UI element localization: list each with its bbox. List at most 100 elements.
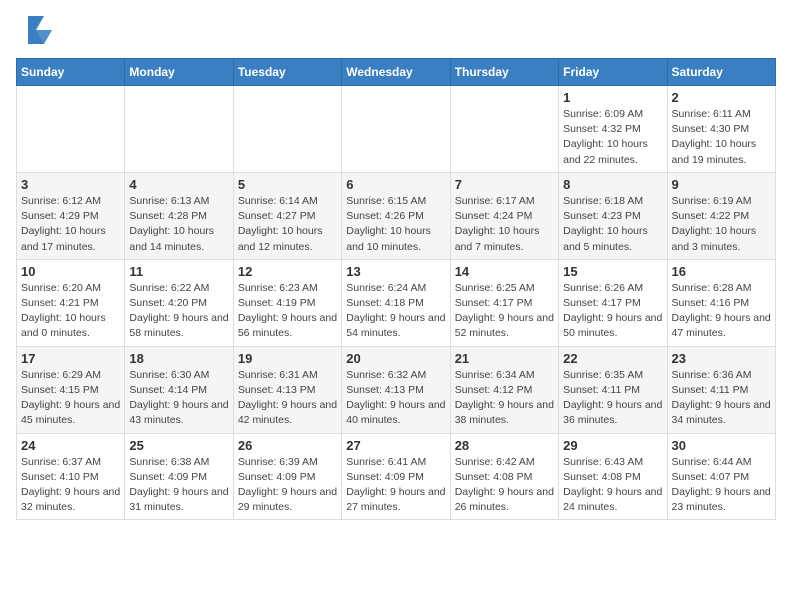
header-thursday: Thursday (450, 59, 558, 86)
week-row-1: 1 Sunrise: 6:09 AM Sunset: 4:32 PM Daylig… (17, 86, 776, 173)
day-info: Sunrise: 6:44 AM Sunset: 4:07 PM Dayligh… (672, 455, 771, 516)
calendar-cell: 6 Sunrise: 6:15 AM Sunset: 4:26 PM Daylig… (342, 172, 450, 259)
day-info: Sunrise: 6:26 AM Sunset: 4:17 PM Dayligh… (563, 281, 662, 342)
day-number: 18 (129, 351, 228, 366)
calendar-cell: 13Sunrise: 6:24 AM Sunset: 4:18 PM Dayli… (342, 259, 450, 346)
week-row-3: 10 Sunrise: 6:20 AM Sunset: 4:21 PM Dayli… (17, 259, 776, 346)
day-info: Sunrise: 6:22 AM Sunset: 4:20 PM Dayligh… (129, 281, 228, 342)
calendar-cell: 10 Sunrise: 6:20 AM Sunset: 4:21 PM Dayli… (17, 259, 125, 346)
logo (16, 16, 52, 48)
calendar-cell: 2 Sunrise: 6:11 AM Sunset: 4:30 PM Daylig… (667, 86, 775, 173)
day-info: Sunrise: 6:28 AM Sunset: 4:16 PM Dayligh… (672, 281, 771, 342)
day-info: Sunrise: 6:11 AM Sunset: 4:30 PM Dayligh… (672, 107, 771, 168)
calendar-cell: 8Sunrise: 6:18 AM Sunset: 4:23 PM Daylig… (559, 172, 667, 259)
day-number: 23 (672, 351, 771, 366)
day-number: 10 (21, 264, 120, 279)
calendar-cell: 4 Sunrise: 6:13 AM Sunset: 4:28 PM Daylig… (125, 172, 233, 259)
day-number: 6 (346, 177, 445, 192)
day-number: 27 (346, 438, 445, 453)
calendar-cell: 19 Sunrise: 6:31 AM Sunset: 4:13 PM Dayli… (233, 346, 341, 433)
calendar-cell: 28 Sunrise: 6:42 AM Sunset: 4:08 PM Dayli… (450, 433, 558, 520)
day-info: Sunrise: 6:19 AM Sunset: 4:22 PM Dayligh… (672, 194, 771, 255)
day-info: Sunrise: 6:24 AM Sunset: 4:18 PM Dayligh… (346, 281, 445, 342)
calendar-cell: 5Sunrise: 6:14 AM Sunset: 4:27 PM Daylig… (233, 172, 341, 259)
header-wednesday: Wednesday (342, 59, 450, 86)
day-number: 25 (129, 438, 228, 453)
calendar-cell (450, 86, 558, 173)
calendar-table: SundayMondayTuesdayWednesdayThursdayFrid… (16, 58, 776, 520)
calendar-cell (125, 86, 233, 173)
day-number: 2 (672, 90, 771, 105)
calendar-cell: 15 Sunrise: 6:26 AM Sunset: 4:17 PM Dayli… (559, 259, 667, 346)
calendar-cell: 18 Sunrise: 6:30 AM Sunset: 4:14 PM Dayli… (125, 346, 233, 433)
calendar-cell: 25 Sunrise: 6:38 AM Sunset: 4:09 PM Dayli… (125, 433, 233, 520)
calendar-cell: 24 Sunrise: 6:37 AM Sunset: 4:10 PM Dayli… (17, 433, 125, 520)
day-number: 30 (672, 438, 771, 453)
day-info: Sunrise: 6:14 AM Sunset: 4:27 PM Dayligh… (238, 194, 337, 255)
header-sunday: Sunday (17, 59, 125, 86)
day-info: Sunrise: 6:23 AM Sunset: 4:19 PM Dayligh… (238, 281, 337, 342)
day-info: Sunrise: 6:17 AM Sunset: 4:24 PM Dayligh… (455, 194, 554, 255)
calendar-header: SundayMondayTuesdayWednesdayThursdayFrid… (17, 59, 776, 86)
day-number: 24 (21, 438, 120, 453)
day-number: 9 (672, 177, 771, 192)
day-info: Sunrise: 6:25 AM Sunset: 4:17 PM Dayligh… (455, 281, 554, 342)
week-row-4: 17 Sunrise: 6:29 AM Sunset: 4:15 PM Dayli… (17, 346, 776, 433)
day-info: Sunrise: 6:15 AM Sunset: 4:26 PM Dayligh… (346, 194, 445, 255)
day-info: Sunrise: 6:29 AM Sunset: 4:15 PM Dayligh… (21, 368, 120, 429)
calendar-cell: 7 Sunrise: 6:17 AM Sunset: 4:24 PM Daylig… (450, 172, 558, 259)
calendar-cell: 1 Sunrise: 6:09 AM Sunset: 4:32 PM Daylig… (559, 86, 667, 173)
day-info: Sunrise: 6:13 AM Sunset: 4:28 PM Dayligh… (129, 194, 228, 255)
day-number: 21 (455, 351, 554, 366)
day-number: 1 (563, 90, 662, 105)
calendar-cell: 3 Sunrise: 6:12 AM Sunset: 4:29 PM Daylig… (17, 172, 125, 259)
day-info: Sunrise: 6:42 AM Sunset: 4:08 PM Dayligh… (455, 455, 554, 516)
page-header (16, 16, 776, 48)
day-number: 3 (21, 177, 120, 192)
day-number: 22 (563, 351, 662, 366)
logo-icon (20, 16, 52, 48)
day-info: Sunrise: 6:36 AM Sunset: 4:11 PM Dayligh… (672, 368, 771, 429)
week-row-2: 3 Sunrise: 6:12 AM Sunset: 4:29 PM Daylig… (17, 172, 776, 259)
calendar-cell: 29Sunrise: 6:43 AM Sunset: 4:08 PM Dayli… (559, 433, 667, 520)
day-info: Sunrise: 6:09 AM Sunset: 4:32 PM Dayligh… (563, 107, 662, 168)
day-number: 7 (455, 177, 554, 192)
calendar-body: 1 Sunrise: 6:09 AM Sunset: 4:32 PM Daylig… (17, 86, 776, 520)
day-info: Sunrise: 6:20 AM Sunset: 4:21 PM Dayligh… (21, 281, 120, 342)
week-row-5: 24 Sunrise: 6:37 AM Sunset: 4:10 PM Dayli… (17, 433, 776, 520)
day-info: Sunrise: 6:30 AM Sunset: 4:14 PM Dayligh… (129, 368, 228, 429)
day-info: Sunrise: 6:41 AM Sunset: 4:09 PM Dayligh… (346, 455, 445, 516)
day-number: 29 (563, 438, 662, 453)
day-number: 17 (21, 351, 120, 366)
day-number: 14 (455, 264, 554, 279)
calendar-cell (17, 86, 125, 173)
header-saturday: Saturday (667, 59, 775, 86)
day-number: 15 (563, 264, 662, 279)
header-friday: Friday (559, 59, 667, 86)
calendar-cell: 23 Sunrise: 6:36 AM Sunset: 4:11 PM Dayli… (667, 346, 775, 433)
calendar-cell: 21 Sunrise: 6:34 AM Sunset: 4:12 PM Dayli… (450, 346, 558, 433)
day-info: Sunrise: 6:34 AM Sunset: 4:12 PM Dayligh… (455, 368, 554, 429)
calendar-cell: 22Sunrise: 6:35 AM Sunset: 4:11 PM Dayli… (559, 346, 667, 433)
header-row: SundayMondayTuesdayWednesdayThursdayFrid… (17, 59, 776, 86)
day-number: 26 (238, 438, 337, 453)
day-number: 4 (129, 177, 228, 192)
calendar-cell: 14 Sunrise: 6:25 AM Sunset: 4:17 PM Dayli… (450, 259, 558, 346)
calendar-cell: 16Sunrise: 6:28 AM Sunset: 4:16 PM Dayli… (667, 259, 775, 346)
calendar-cell (342, 86, 450, 173)
calendar-cell: 30 Sunrise: 6:44 AM Sunset: 4:07 PM Dayli… (667, 433, 775, 520)
day-number: 11 (129, 264, 228, 279)
day-info: Sunrise: 6:18 AM Sunset: 4:23 PM Dayligh… (563, 194, 662, 255)
calendar-cell: 20 Sunrise: 6:32 AM Sunset: 4:13 PM Dayli… (342, 346, 450, 433)
day-info: Sunrise: 6:32 AM Sunset: 4:13 PM Dayligh… (346, 368, 445, 429)
day-info: Sunrise: 6:38 AM Sunset: 4:09 PM Dayligh… (129, 455, 228, 516)
day-number: 20 (346, 351, 445, 366)
calendar-cell: 9 Sunrise: 6:19 AM Sunset: 4:22 PM Daylig… (667, 172, 775, 259)
day-info: Sunrise: 6:37 AM Sunset: 4:10 PM Dayligh… (21, 455, 120, 516)
day-number: 19 (238, 351, 337, 366)
day-number: 28 (455, 438, 554, 453)
day-info: Sunrise: 6:31 AM Sunset: 4:13 PM Dayligh… (238, 368, 337, 429)
header-monday: Monday (125, 59, 233, 86)
day-info: Sunrise: 6:12 AM Sunset: 4:29 PM Dayligh… (21, 194, 120, 255)
calendar-cell: 26Sunrise: 6:39 AM Sunset: 4:09 PM Dayli… (233, 433, 341, 520)
